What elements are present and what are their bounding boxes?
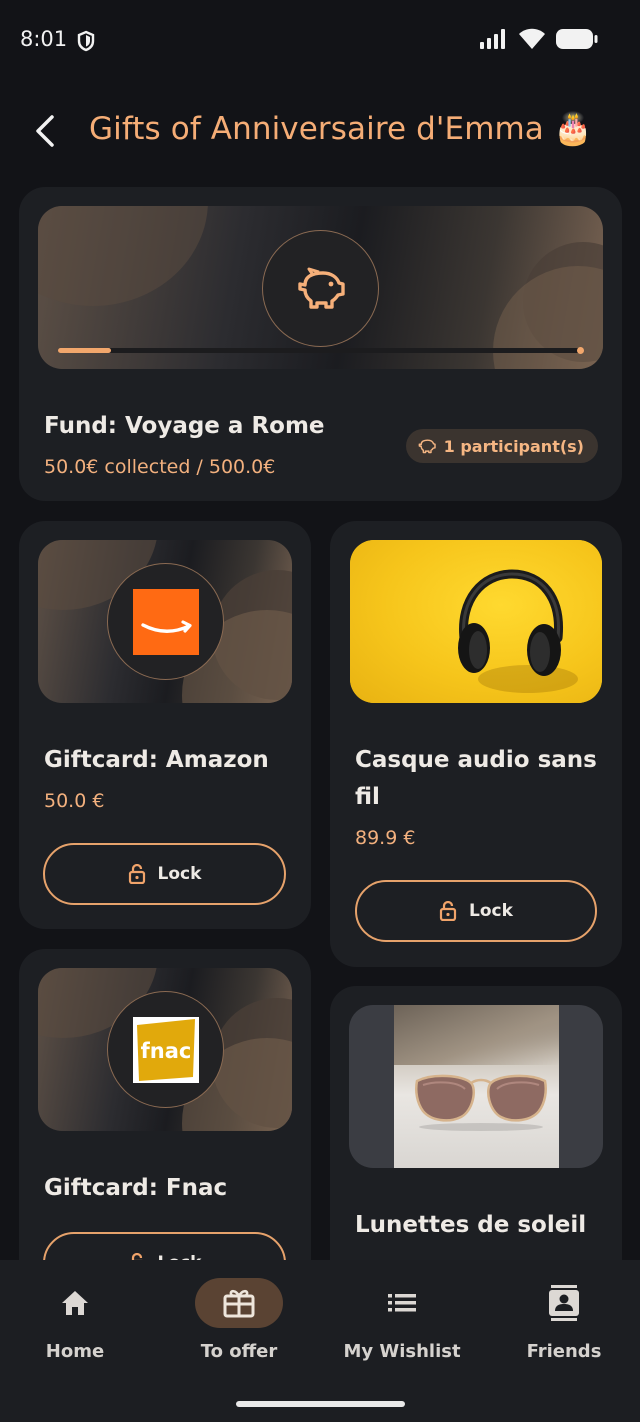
shield-icon xyxy=(77,30,95,52)
nav-icon-container xyxy=(31,1278,119,1328)
status-time: 8:01 xyxy=(20,27,68,51)
fnac-logo-text: fnac xyxy=(140,1039,191,1063)
battery-icon xyxy=(556,29,598,49)
gift-icon-circle: fnac xyxy=(107,991,224,1108)
fund-title: Fund: Voyage a Rome xyxy=(44,413,325,439)
nav-icon-container xyxy=(195,1278,283,1328)
fund-card[interactable]: Fund: Voyage a Rome 50.0€ collected / 50… xyxy=(19,187,622,501)
participants-badge: 1 participant(s) xyxy=(405,429,598,463)
gift-card-amazon[interactable]: Giftcard: Amazon 50.0 € Lock xyxy=(19,521,311,929)
lock-button-label: Lock xyxy=(157,864,202,884)
gift-icon-circle xyxy=(107,563,224,680)
nav-label: Home xyxy=(45,1341,105,1362)
bottom-navigation: Home To offer My Wishlist Friends xyxy=(0,1260,640,1422)
sunglasses-image xyxy=(415,1074,547,1131)
lock-button[interactable]: Lock xyxy=(43,843,286,905)
gift-title: Casque audio sans fil xyxy=(355,747,597,810)
page-title: Gifts of Anniversaire d'Emma 🎂 xyxy=(89,111,593,147)
gift-banner xyxy=(38,540,292,703)
gift-price: 89.9 € xyxy=(355,827,416,849)
home-icon xyxy=(62,1291,88,1315)
sunglasses-photo xyxy=(349,1005,603,1168)
nav-icon-container xyxy=(358,1278,446,1328)
lock-button-label: Lock xyxy=(469,901,513,921)
signal-icon xyxy=(480,29,505,49)
gift-title: Giftcard: Fnac xyxy=(44,1175,228,1201)
gift-banner: fnac xyxy=(38,968,292,1131)
back-arrow-icon xyxy=(36,115,54,147)
fund-icon-circle xyxy=(262,230,379,347)
lock-icon xyxy=(128,864,145,884)
fund-progress-end xyxy=(577,347,584,354)
headphones-photo xyxy=(350,540,602,703)
nav-label: Friends xyxy=(526,1341,602,1362)
list-icon xyxy=(388,1294,416,1312)
wifi-icon xyxy=(519,28,545,49)
nav-label: To offer xyxy=(200,1341,278,1362)
participants-count: 1 participant(s) xyxy=(443,436,584,456)
fnac-logo-icon: fnac xyxy=(132,1016,199,1083)
fund-progress-bar xyxy=(58,347,584,354)
gift-icon xyxy=(223,1289,255,1318)
headphones-image xyxy=(458,569,564,676)
piggy-bank-small-icon xyxy=(418,439,436,454)
amazon-logo-icon xyxy=(132,588,199,655)
nav-item-my-wishlist[interactable]: My Wishlist xyxy=(322,1278,482,1362)
gift-price: 50.0 € xyxy=(44,790,105,812)
gift-title: Giftcard: Amazon xyxy=(44,747,269,773)
nav-label: My Wishlist xyxy=(343,1341,461,1362)
lock-button[interactable]: Lock xyxy=(355,880,597,942)
lock-icon xyxy=(439,901,457,921)
fund-banner xyxy=(38,206,603,369)
gift-title: Lunettes de soleil xyxy=(355,1212,587,1238)
header: Gifts of Anniversaire d'Emma 🎂 xyxy=(0,100,640,162)
nav-item-home[interactable]: Home xyxy=(0,1278,155,1362)
status-bar: 8:01 xyxy=(0,0,640,80)
contact-icon xyxy=(549,1285,579,1321)
nav-icon-container xyxy=(520,1278,608,1328)
home-indicator xyxy=(236,1401,405,1407)
nav-item-to-offer[interactable]: To offer xyxy=(159,1278,319,1362)
gift-card-headphones[interactable]: Casque audio sans fil 89.9 € Lock xyxy=(330,521,622,967)
fund-progress-fill xyxy=(58,348,111,353)
piggy-bank-icon xyxy=(297,267,345,309)
back-button[interactable] xyxy=(22,108,68,154)
nav-item-friends[interactable]: Friends xyxy=(484,1278,640,1362)
fund-collected: 50.0€ collected / 500.0€ xyxy=(44,456,276,478)
